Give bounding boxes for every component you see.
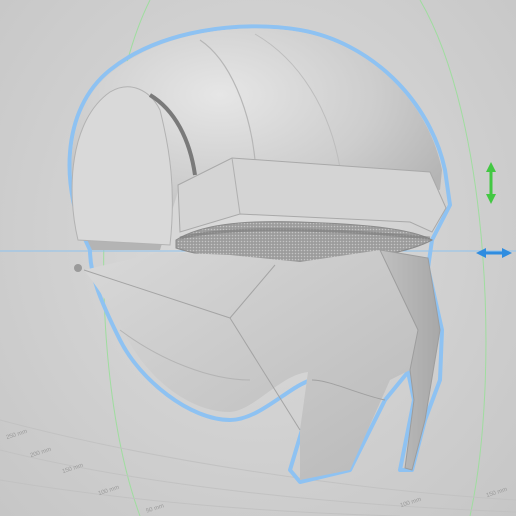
helmet-model[interactable] (67, 24, 452, 484)
3d-viewport[interactable]: 250 mm 200 mm 150 mm 100 mm 50 mm 100 mm… (0, 0, 516, 516)
side-rivet (74, 264, 82, 272)
gizmo-vertical-arrow[interactable] (486, 162, 496, 204)
gizmo-horizontal-arrow[interactable] (476, 248, 512, 258)
scene-svg[interactable] (0, 0, 516, 516)
